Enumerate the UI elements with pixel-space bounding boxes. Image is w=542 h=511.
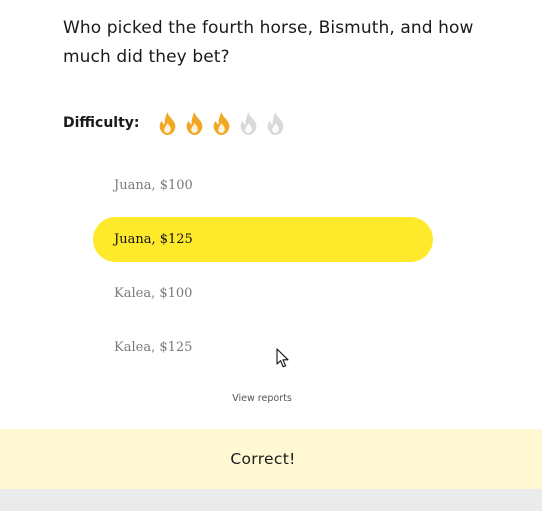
answer-option-label: Juana, $125 <box>114 232 193 247</box>
flame-icon <box>235 110 262 137</box>
result-text: Correct! <box>230 450 296 468</box>
question-text: Who picked the fourth horse, Bismuth, an… <box>63 18 474 67</box>
answer-option-juana-125[interactable]: Juana, $125 <box>93 217 433 262</box>
answer-option-kalea-125[interactable]: Kalea, $125 <box>93 325 433 370</box>
flame-icon <box>154 110 181 137</box>
result-banner: Correct! <box>0 429 542 489</box>
view-reports-link[interactable]: View reports <box>0 393 524 404</box>
difficulty-label: Difficulty: <box>63 115 140 131</box>
answer-option-juana-100[interactable]: Juana, $100 <box>93 163 433 208</box>
difficulty-flames <box>154 110 289 137</box>
difficulty-rating: Difficulty: <box>63 108 289 138</box>
answer-options: Juana, $100 Juana, $125 Kalea, $100 Kale… <box>93 163 433 379</box>
answer-option-label: Kalea, $125 <box>114 340 193 355</box>
flame-icon <box>262 110 289 137</box>
flame-icon <box>181 110 208 137</box>
answer-option-label: Juana, $100 <box>114 178 193 193</box>
footer-strip <box>0 489 542 511</box>
mouse-cursor-icon <box>276 348 289 368</box>
answer-option-kalea-100[interactable]: Kalea, $100 <box>93 271 433 316</box>
flame-icon <box>208 110 235 137</box>
answer-option-label: Kalea, $100 <box>114 286 193 301</box>
